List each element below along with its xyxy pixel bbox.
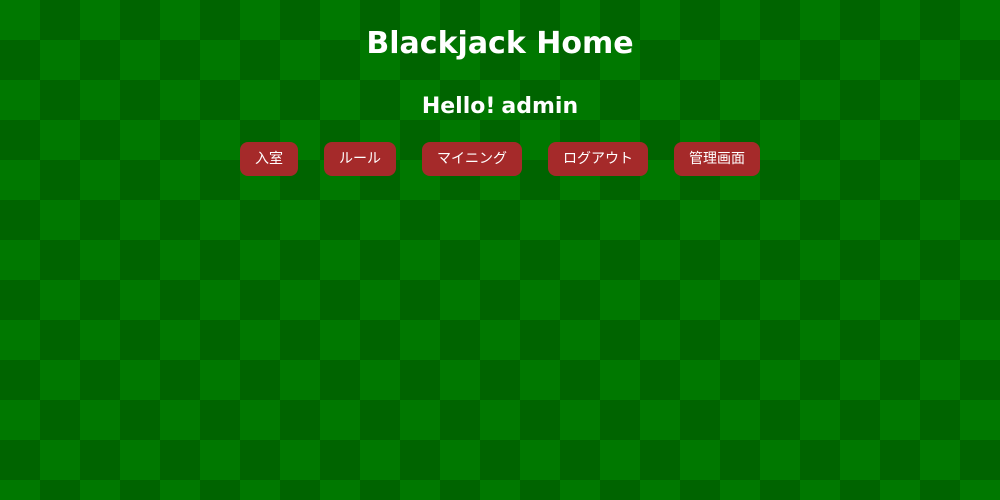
mining-button[interactable]: マイニング [422,142,522,176]
enter-room-button[interactable]: 入室 [240,142,298,176]
rules-button[interactable]: ルール [324,142,396,176]
username: admin [501,94,579,119]
admin-panel-button[interactable]: 管理画面 [674,142,760,176]
page: Blackjack Home Hello! admin 入室 ルール マイニング … [0,0,1000,500]
logout-button[interactable]: ログアウト [548,142,648,176]
page-title: Blackjack Home [366,26,634,61]
greeting-text: Hello! [421,94,496,119]
greeting: Hello! admin [0,92,1000,122]
main-nav: 入室 ルール マイニング ログアウト 管理画面 [0,142,1000,176]
